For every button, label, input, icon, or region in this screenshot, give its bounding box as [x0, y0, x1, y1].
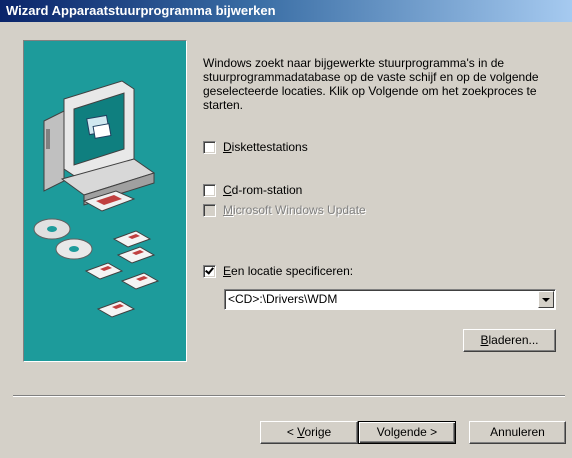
- diskette-label[interactable]: Diskettestations: [223, 140, 308, 154]
- cdrom-label[interactable]: Cd-rom-station: [223, 183, 302, 197]
- browse-button[interactable]: Bladeren...: [463, 329, 556, 352]
- location-combobox[interactable]: <CD>:\Drivers\WDM: [224, 289, 556, 310]
- back-button[interactable]: < Vorige: [260, 421, 358, 444]
- location-option[interactable]: Een locatie specificeren:: [203, 264, 353, 278]
- cdrom-option[interactable]: Cd-rom-station: [203, 183, 302, 197]
- button-separator: [13, 395, 565, 397]
- diskette-option[interactable]: Diskettestations: [203, 140, 308, 154]
- location-checkbox[interactable]: [203, 264, 216, 278]
- location-label[interactable]: Een locatie specificeren:: [223, 264, 353, 278]
- intro-text: Windows zoekt naar bijgewerkte stuurprog…: [203, 56, 539, 112]
- cdrom-checkbox[interactable]: [203, 183, 216, 197]
- diskette-checkbox[interactable]: [203, 140, 216, 154]
- cancel-button[interactable]: Annuleren: [469, 421, 566, 444]
- window-title: Wizard Apparaatstuurprogramma bijwerken: [6, 3, 276, 18]
- windows-update-label: Microsoft Windows Update: [223, 203, 366, 217]
- computer-with-discs-illustration: [33, 80, 160, 318]
- wizard-illustration: [23, 40, 187, 362]
- windows-update-checkbox: [203, 203, 216, 217]
- windows-update-option: Microsoft Windows Update: [203, 203, 366, 217]
- location-combobox-value[interactable]: <CD>:\Drivers\WDM: [228, 292, 337, 306]
- chevron-down-icon[interactable]: [538, 291, 554, 308]
- next-button[interactable]: Volgende >: [358, 421, 456, 444]
- title-bar: Wizard Apparaatstuurprogramma bijwerken: [0, 0, 572, 22]
